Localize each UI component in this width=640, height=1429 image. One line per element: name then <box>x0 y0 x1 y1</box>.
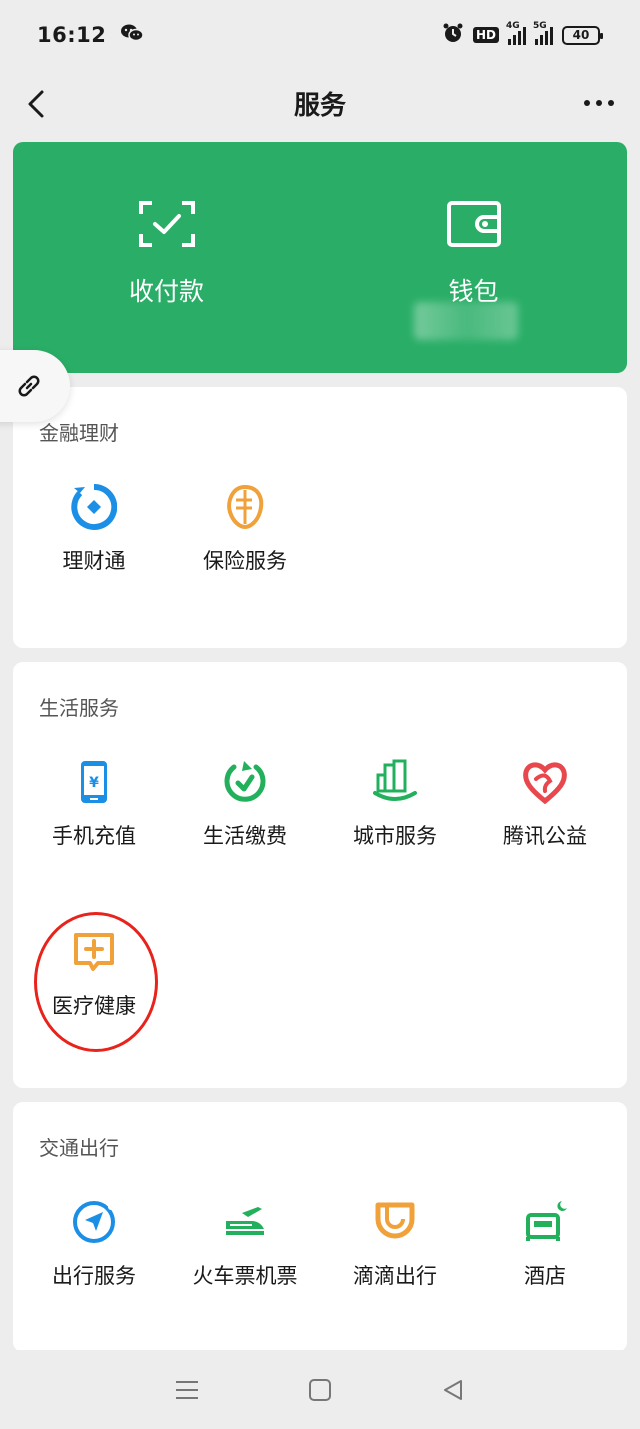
service-item-didi[interactable]: 滴滴出行 <box>320 1198 470 1290</box>
service-item-train-flight[interactable]: 火车票机票 <box>170 1198 320 1290</box>
hd-badge: HD <box>472 27 499 43</box>
pay-button[interactable]: 收付款 <box>13 142 320 373</box>
wallet-icon <box>446 201 501 247</box>
hotel-icon <box>521 1198 569 1246</box>
more-button[interactable] <box>584 100 614 106</box>
service-item-hotel[interactable]: 酒店 <box>470 1198 620 1290</box>
service-item-utility[interactable]: 生活缴费 <box>170 758 320 850</box>
home-square-icon <box>308 1378 331 1401</box>
service-item-city[interactable]: 城市服务 <box>320 758 470 850</box>
svg-text:¥: ¥ <box>89 775 99 791</box>
wechat-icon <box>120 23 145 47</box>
battery-indicator: 40 <box>562 25 603 45</box>
link-float-button[interactable] <box>0 350 70 422</box>
utility-payment-icon <box>221 758 269 806</box>
back-button[interactable] <box>18 84 58 124</box>
service-item-travel[interactable]: 出行服务 <box>19 1198 169 1290</box>
signal-5g-icon: 5G <box>533 21 553 45</box>
finance-section: 金融理财 理财通 保险服务 <box>13 387 627 648</box>
section-title-life: 生活服务 <box>39 696 119 720</box>
blurred-balance <box>414 302 518 340</box>
tencent-charity-icon <box>521 758 569 806</box>
status-time: 16:12 <box>37 23 107 47</box>
system-nav-bar <box>0 1350 640 1429</box>
back-system-button[interactable] <box>433 1370 473 1410</box>
section-title-transport: 交通出行 <box>39 1136 119 1160</box>
service-item-charity[interactable]: 腾讯公益 <box>470 758 620 850</box>
home-button[interactable] <box>300 1370 340 1410</box>
menu-icon <box>175 1380 198 1399</box>
service-item-licaitong[interactable]: 理财通 <box>19 483 169 575</box>
scan-pay-icon <box>138 201 195 247</box>
back-arrow-icon <box>28 90 44 118</box>
service-item-medical[interactable]: 医疗健康 <box>19 928 169 1020</box>
transport-section: 交通出行 出行服务 火车票机票 滴滴出行 酒店 <box>13 1102 627 1352</box>
train-flight-icon <box>221 1198 269 1246</box>
life-section: 生活服务 ¥ 手机充值 生活缴费 城市服务 腾讯公益 医疗健康 <box>13 662 627 1088</box>
page-title: 服务 <box>293 90 346 121</box>
nav-bar: 服务 <box>0 70 640 136</box>
pay-wallet-card: 收付款 钱包 <box>13 142 627 373</box>
medical-health-icon <box>70 928 118 976</box>
status-bar: 16:12 HD 4G 5G 40 <box>0 0 640 70</box>
travel-service-icon <box>70 1198 118 1246</box>
service-item-phone-recharge[interactable]: ¥ 手机充值 <box>19 758 169 850</box>
alarm-icon <box>442 22 464 48</box>
city-service-icon <box>371 758 419 806</box>
didi-icon <box>371 1198 419 1246</box>
insurance-icon <box>221 483 269 531</box>
service-item-insurance[interactable]: 保险服务 <box>170 483 320 575</box>
licaitong-icon <box>70 483 118 531</box>
menu-button[interactable] <box>167 1370 207 1410</box>
back-triangle-icon <box>444 1379 463 1400</box>
link-icon <box>18 375 40 397</box>
phone-recharge-icon: ¥ <box>70 758 118 806</box>
signal-4g-icon: 4G <box>506 21 526 45</box>
pay-label: 收付款 <box>128 277 204 306</box>
section-title-finance: 金融理财 <box>39 421 119 445</box>
